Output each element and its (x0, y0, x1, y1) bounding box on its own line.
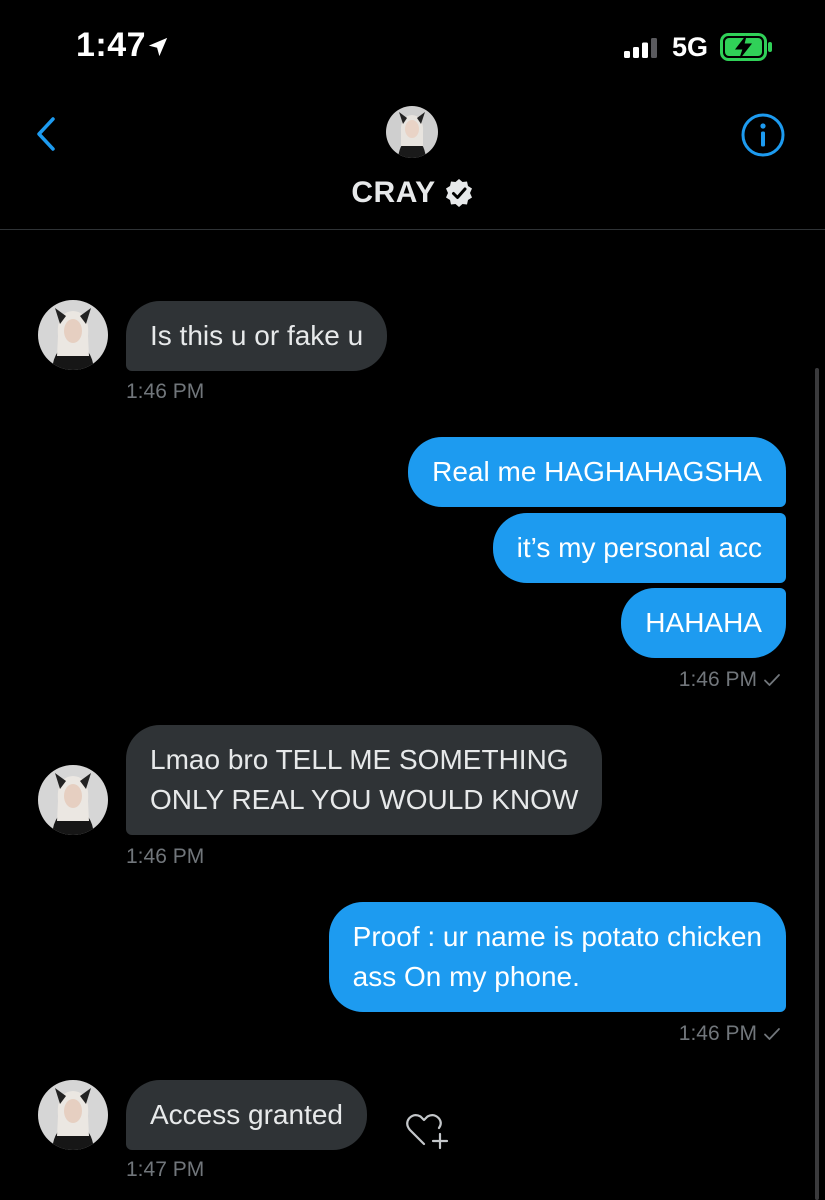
add-reaction-heart-icon[interactable] (404, 1110, 452, 1150)
message-text: Is this u or fake u (150, 320, 364, 351)
message-timestamp: 1:46 PM (678, 1022, 757, 1045)
signal-bars-icon (624, 38, 657, 58)
message-text: Real me HAGHAHAGSHA (432, 456, 762, 487)
message-text: it’s my personal acc (516, 532, 762, 563)
message-text-line: ONLY REAL YOU WOULD KNOW (150, 784, 579, 815)
message-timestamp: 1:46 PM (126, 380, 205, 403)
message-bubble-received[interactable]: Lmao bro TELL ME SOMETHING ONLY REAL YOU… (126, 725, 603, 835)
message-text: Access granted (150, 1099, 343, 1130)
message-timestamp: 1:46 PM (678, 668, 757, 691)
contact-avatar[interactable] (386, 106, 438, 158)
sender-avatar[interactable] (38, 765, 108, 835)
scrollbar[interactable] (815, 368, 819, 1200)
sent-check-icon (764, 1028, 780, 1041)
status-bar: 1:47 5G (0, 0, 825, 96)
contact-name: CRAY (351, 176, 436, 209)
message-bubble-sent[interactable]: HAHAHA (621, 588, 786, 658)
back-button[interactable] (28, 114, 64, 154)
message-bubble-received[interactable]: Is this u or fake u (126, 301, 388, 371)
sent-check-icon (764, 674, 780, 687)
chat-header: CRAY (0, 96, 825, 230)
battery-charging-icon (720, 33, 772, 61)
message-bubble-sent[interactable]: Proof : ur name is potato chicken ass On… (328, 902, 786, 1012)
message-text-line: Lmao bro TELL ME SOMETHING (150, 744, 569, 775)
message-timestamp: 1:46 PM (126, 845, 205, 868)
message-bubble-received[interactable]: Access granted (126, 1080, 367, 1150)
sender-avatar[interactable] (38, 300, 108, 370)
verified-badge-icon (445, 179, 472, 207)
message-bubble-sent[interactable]: it’s my personal acc (492, 513, 786, 583)
message-timestamp-row: 1:46 PM (679, 1022, 781, 1046)
message-text: HAHAHA (645, 607, 762, 638)
network-label: 5G (672, 32, 709, 62)
info-icon[interactable] (740, 112, 786, 158)
message-timestamp-row: 1:46 PM (679, 668, 781, 692)
sender-avatar[interactable] (38, 1080, 108, 1150)
status-time: 1:47 (76, 26, 147, 64)
contact-name-row[interactable]: CRAY (0, 176, 825, 210)
message-bubble-sent[interactable]: Real me HAGHAHAGSHA (408, 437, 786, 507)
location-arrow-icon (148, 37, 168, 57)
message-text-line: ass On my phone. (352, 961, 580, 992)
back-chevron-icon (37, 117, 55, 151)
message-text-line: Proof : ur name is potato chicken (352, 921, 762, 952)
message-timestamp: 1:47 PM (126, 1158, 205, 1181)
